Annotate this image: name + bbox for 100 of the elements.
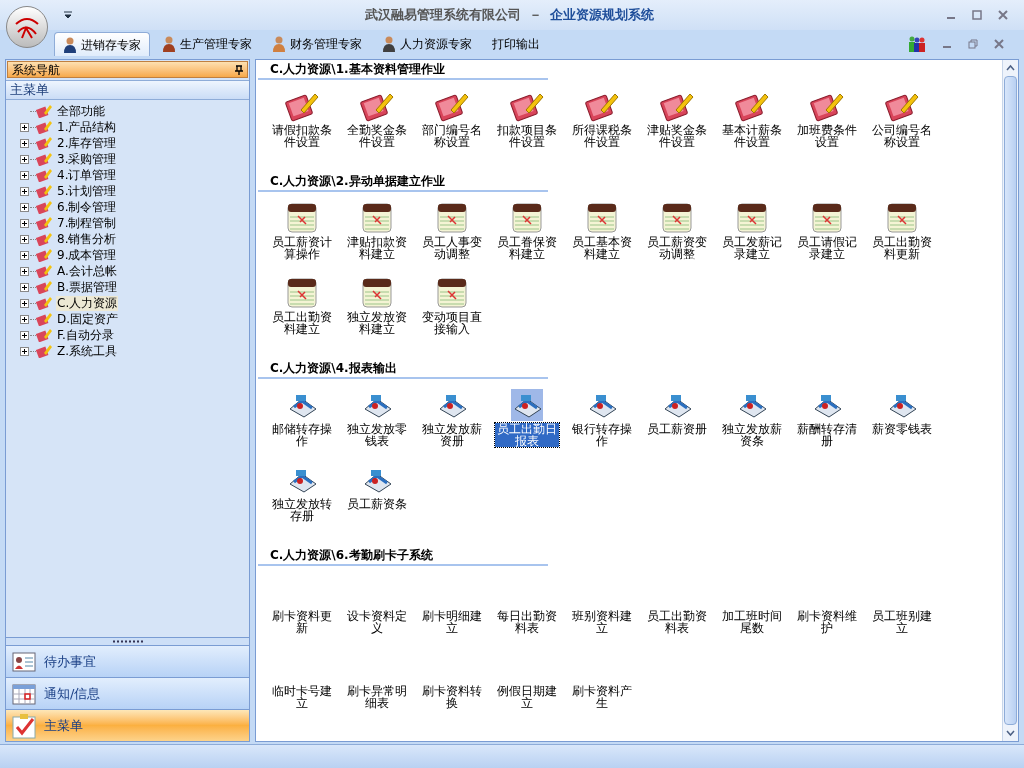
tab[interactable]: 财务管理专家 (264, 32, 370, 56)
function-item[interactable]: 请假扣款条件设置 (269, 124, 334, 148)
function-item[interactable]: 临时卡号建立 (269, 685, 334, 709)
function-item[interactable]: 基本计薪条件设置 (719, 124, 784, 148)
function-item[interactable]: 扣款项目条件设置 (494, 124, 559, 148)
tree-item[interactable]: 7.制程管制 (56, 215, 118, 231)
tab[interactable]: 人力资源专家 (374, 32, 480, 56)
function-item[interactable]: 员工出勤资料表 (644, 610, 709, 634)
function-item[interactable]: 所得课税条件设置 (569, 124, 634, 148)
notepad-icon (885, 202, 918, 234)
maximize-icon[interactable] (972, 10, 982, 20)
users-icon[interactable] (908, 36, 926, 52)
function-item[interactable]: 公司编号名称设置 (869, 124, 934, 148)
close-icon[interactable] (994, 39, 1004, 49)
function-item[interactable]: 邮储转存操作 (269, 423, 334, 447)
function-item[interactable]: 刷卡资料转换 (419, 685, 484, 709)
function-item[interactable]: 全勤奖金条件设置 (344, 124, 409, 148)
function-item[interactable]: 员工薪资计算操作 (269, 236, 334, 260)
function-item[interactable]: 员工发薪记录建立 (719, 236, 784, 260)
function-item[interactable]: 员工出勤日报表 (494, 423, 559, 447)
tree-item[interactable]: 全部功能 (56, 103, 106, 119)
tree-item[interactable]: 2.库存管理 (56, 135, 118, 151)
function-item[interactable]: 变动项目直接输入 (419, 311, 484, 335)
function-item[interactable]: 独立发放转存册 (269, 498, 334, 522)
function-item[interactable]: 刷卡资料更新 (269, 610, 334, 634)
pin-icon[interactable] (235, 64, 243, 75)
function-item[interactable]: 例假日期建立 (494, 685, 559, 709)
tree-item[interactable]: 4.订单管理 (56, 167, 118, 183)
function-item[interactable]: 独立发放薪资条 (719, 423, 784, 447)
tab[interactable]: 进销存专家 (54, 32, 150, 56)
expand-icon[interactable] (19, 250, 29, 260)
dropdown-icon[interactable] (64, 11, 72, 19)
tree-item[interactable]: 1.产品结构 (56, 119, 118, 135)
expand-icon[interactable] (19, 122, 29, 132)
tree-item[interactable]: 8.销售分析 (56, 231, 118, 247)
function-item[interactable]: 员工班别建立 (869, 610, 934, 634)
function-item[interactable]: 独立发放零钱表 (344, 423, 409, 447)
splitter-grip[interactable] (6, 637, 249, 645)
function-item[interactable]: 银行转存操作 (569, 423, 634, 447)
function-item[interactable]: 员工出勤资料更新 (869, 236, 934, 260)
expand-icon[interactable] (19, 202, 29, 212)
expand-icon[interactable] (19, 170, 29, 180)
function-item[interactable]: 员工眷保资料建立 (494, 236, 559, 260)
tab[interactable]: 生产管理专家 (154, 32, 260, 56)
close-icon[interactable] (998, 10, 1008, 20)
tab[interactable]: 打印输出 (484, 32, 548, 56)
nav-button[interactable]: 待办事宜 (6, 645, 249, 677)
scroll-thumb[interactable] (1004, 76, 1017, 725)
scrollbar[interactable] (1002, 60, 1018, 741)
expand-icon[interactable] (19, 154, 29, 164)
tree-item[interactable]: D.固定资产 (56, 311, 120, 327)
function-item[interactable]: 津贴扣款资料建立 (344, 236, 409, 260)
tree-item[interactable]: F.自动分录 (56, 327, 115, 343)
person-icon (162, 36, 176, 52)
tree-item[interactable]: 3.采购管理 (56, 151, 118, 167)
function-item[interactable]: 刷卡资料产生 (569, 685, 634, 709)
function-item[interactable]: 员工基本资料建立 (569, 236, 634, 260)
function-item[interactable]: 刷卡明细建立 (419, 610, 484, 634)
tree-item[interactable]: A.会计总帐 (56, 263, 118, 279)
expand-icon[interactable] (19, 234, 29, 244)
function-item[interactable]: 加工班时间尾数 (719, 610, 784, 634)
expand-icon[interactable] (19, 346, 29, 356)
tree-item[interactable]: 6.制令管理 (56, 199, 118, 215)
expand-icon[interactable] (19, 330, 29, 340)
tree-item[interactable]: Z.系统工具 (56, 343, 119, 359)
function-item[interactable]: 员工薪资变动调整 (644, 236, 709, 260)
nav-button[interactable]: 主菜单 (6, 709, 249, 741)
notepad-icon (435, 202, 468, 234)
notepad-icon (735, 202, 768, 234)
expand-icon[interactable] (19, 298, 29, 308)
function-item[interactable]: 独立发放资料建立 (344, 311, 409, 335)
expand-icon[interactable] (19, 266, 29, 276)
function-item[interactable]: 独立发放薪资册 (419, 423, 484, 447)
expand-icon[interactable] (19, 138, 29, 148)
function-item[interactable]: 员工薪资条 (344, 498, 409, 510)
expand-icon[interactable] (19, 186, 29, 196)
function-item[interactable]: 薪资零钱表 (869, 423, 934, 435)
tree-item[interactable]: 9.成本管理 (56, 247, 118, 263)
tree-item[interactable]: C.人力资源 (56, 295, 119, 311)
function-item[interactable]: 员工薪资册 (644, 423, 709, 435)
function-item[interactable]: 刷卡资料维护 (794, 610, 859, 634)
nav-button[interactable]: 通知/信息 (6, 677, 249, 709)
function-item[interactable]: 员工请假记录建立 (794, 236, 859, 260)
tree-item[interactable]: B.票据管理 (56, 279, 119, 295)
notebook-pencil-icon (36, 312, 52, 326)
function-item[interactable]: 员工人事变动调整 (419, 236, 484, 260)
function-item[interactable]: 部门编号名称设置 (419, 124, 484, 148)
app-logo[interactable] (6, 6, 48, 48)
function-item[interactable]: 薪酬转存清册 (794, 423, 859, 447)
expand-icon[interactable] (19, 218, 29, 228)
tree-item[interactable]: 5.计划管理 (56, 183, 118, 199)
function-item[interactable]: 班别资料建立 (569, 610, 634, 634)
function-item[interactable]: 设卡资料定义 (344, 610, 409, 634)
expand-icon[interactable] (19, 282, 29, 292)
expand-icon[interactable] (19, 314, 29, 324)
function-item[interactable]: 员工出勤资料建立 (269, 311, 334, 335)
function-item[interactable]: 刷卡异常明细表 (344, 685, 409, 709)
function-item[interactable]: 加班费条件设置 (794, 124, 859, 148)
function-item[interactable]: 每日出勤资料表 (494, 610, 559, 634)
function-item[interactable]: 津贴奖金条件设置 (644, 124, 709, 148)
